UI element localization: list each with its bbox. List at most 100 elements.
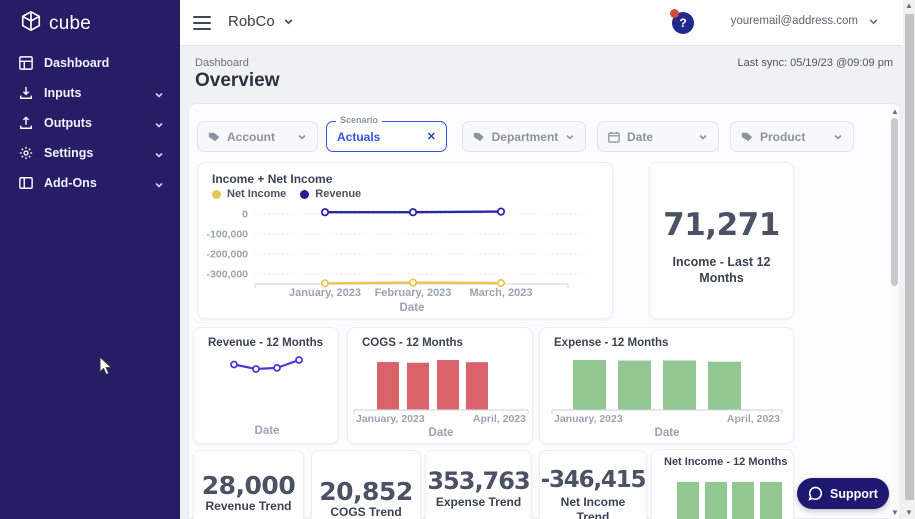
card-income-kpi: 71,271 Income - Last 12Months xyxy=(649,162,794,319)
hamburger-menu-icon[interactable] xyxy=(193,16,211,33)
svg-text:April, 2023: April, 2023 xyxy=(727,413,780,425)
svg-text:Date: Date xyxy=(655,427,680,439)
filter-product[interactable]: Product xyxy=(730,121,854,152)
card-expense-12-months: Expense - 12 Months January, 2023April, … xyxy=(539,327,794,444)
kpi-value: 353,763 xyxy=(426,467,531,495)
filter-scenario[interactable]: Scenario Actuals ✕ xyxy=(326,121,447,152)
kpi-value: 20,852 xyxy=(312,477,420,506)
breadcrumb[interactable]: Dashboard xyxy=(195,57,249,69)
chevron-down-icon xyxy=(698,132,708,142)
chevron-down-icon xyxy=(297,132,307,142)
card-cogs-12-months: COGS - 12 Months January, 2023April, 202… xyxy=(347,327,533,444)
kpi-label: Revenue Trend xyxy=(194,499,303,514)
sidebar-nav: Dashboard Inputs Outputs xyxy=(0,48,180,198)
svg-text:-300,000: -300,000 xyxy=(207,269,249,281)
inputs-icon xyxy=(19,86,34,101)
scenario-value: Actuals xyxy=(337,130,419,144)
svg-text:0: 0 xyxy=(242,209,248,221)
dashboard-icon xyxy=(19,56,34,71)
chevron-down-icon xyxy=(868,16,879,27)
svg-text:Date: Date xyxy=(429,427,454,439)
chevron-down-icon xyxy=(154,177,164,195)
last-sync-status: Last sync: 05/19/23 @09:09 pm xyxy=(738,57,893,69)
app-window: cube Dashboard Inputs xyxy=(0,0,915,519)
svg-text:-200,000: -200,000 xyxy=(207,249,249,261)
kpi-label: Income - Last 12Months xyxy=(650,255,793,286)
revenue-12-months-chart: Date xyxy=(194,328,338,443)
scroll-down-icon[interactable]: ▼ xyxy=(891,509,899,517)
svg-text:January, 2023: January, 2023 xyxy=(289,287,361,299)
expense-12-months-chart: January, 2023 April, 2023 Date xyxy=(540,328,793,443)
kpi-value: 71,271 xyxy=(650,207,793,243)
chat-bubble-icon xyxy=(808,486,823,501)
sidebar-item-inputs[interactable]: Inputs xyxy=(0,78,180,108)
sidebar-item-outputs[interactable]: Outputs xyxy=(0,108,180,138)
support-label: Support xyxy=(830,487,878,501)
scroll-up-icon[interactable]: ▲ xyxy=(905,2,913,10)
inner-scrollbar[interactable]: ▲ ▼ xyxy=(890,106,899,519)
svg-text:January, 2023: January, 2023 xyxy=(554,413,623,425)
help-beacon[interactable]: ? xyxy=(672,12,694,34)
inner-scrollbar-thumb[interactable] xyxy=(891,118,898,286)
sidebar-item-label: Outputs xyxy=(44,116,92,130)
notification-dot xyxy=(670,9,679,18)
topbar: RobCo ? youremail@address.com xyxy=(180,0,903,46)
sidebar-item-label: Add-Ons xyxy=(44,176,97,190)
addons-icon xyxy=(19,176,34,191)
chevron-down-icon xyxy=(565,132,575,142)
sidebar: cube Dashboard Inputs xyxy=(0,0,180,519)
outer-scrollbar[interactable]: ▲ ▼ xyxy=(903,0,915,519)
svg-text:April, 2023: April, 2023 xyxy=(473,413,526,425)
filter-date[interactable]: Date xyxy=(597,121,719,152)
clear-filter-icon[interactable]: ✕ xyxy=(419,130,436,143)
logo-text: cube xyxy=(49,13,91,35)
settings-gear-icon xyxy=(19,146,34,161)
cube-logo[interactable]: cube xyxy=(20,10,91,37)
sidebar-item-addons[interactable]: Add-Ons xyxy=(0,168,180,198)
cogs-12-months-chart: January, 2023 April, 2023 Date xyxy=(348,328,532,443)
page-header: Dashboard Overview Last sync: 05/19/23 @… xyxy=(180,46,903,103)
kpi-value: 28,000 xyxy=(194,471,303,500)
sidebar-item-settings[interactable]: Settings xyxy=(0,138,180,168)
income-net-income-chart: 0 -100,000 -200,000 -300,000 January, 2023 Fe… xyxy=(198,163,612,318)
kpi-label: COGS Trend xyxy=(312,505,420,519)
card-net-income-12-months: Net Income - 12 Months xyxy=(651,449,794,519)
card-income-net-income: Income + Net Income Net Income Revenue 0… xyxy=(197,162,613,319)
svg-text:Date: Date xyxy=(255,425,280,437)
outer-scrollbar-thumb[interactable] xyxy=(905,14,914,500)
company-name: RobCo xyxy=(228,13,275,30)
scenario-legend: Scenario xyxy=(336,115,382,125)
filter-account[interactable]: Account xyxy=(197,121,318,152)
card-net-income-trend: -346,415 Net IncomeTrend xyxy=(539,450,647,519)
card-expense-trend: 353,763 Expense Trend xyxy=(425,450,532,519)
svg-text:February, 2023: February, 2023 xyxy=(375,287,452,299)
company-switcher[interactable]: RobCo xyxy=(228,13,294,30)
mouse-cursor xyxy=(99,356,114,377)
account-menu[interactable]: youremail@address.com xyxy=(731,15,879,27)
scroll-down-icon[interactable]: ▼ xyxy=(905,509,913,517)
outputs-icon xyxy=(19,116,34,131)
sidebar-item-label: Inputs xyxy=(44,86,82,100)
sidebar-item-label: Dashboard xyxy=(44,56,109,70)
svg-text:March, 2023: March, 2023 xyxy=(470,287,533,299)
sidebar-item-label: Settings xyxy=(44,146,93,160)
chevron-down-icon xyxy=(154,117,164,135)
scroll-up-icon[interactable]: ▲ xyxy=(891,108,899,116)
card-revenue-trend: 28,000 Revenue Trend xyxy=(193,450,304,519)
svg-text:January, 2023: January, 2023 xyxy=(356,413,425,425)
support-button[interactable]: Support xyxy=(797,478,889,509)
filter-department[interactable]: Department xyxy=(462,121,586,152)
help-question-icon: ? xyxy=(679,16,686,30)
net-income-12-months-chart xyxy=(652,450,793,519)
dashboard-panel: Account Scenario Actuals ✕ Department Da… xyxy=(188,103,899,519)
chevron-down-icon xyxy=(154,87,164,105)
chevron-down-icon xyxy=(283,16,294,27)
kpi-label: Expense Trend xyxy=(426,495,531,510)
calendar-icon xyxy=(608,131,620,143)
card-revenue-12-months: Revenue - 12 Months Date xyxy=(193,327,339,444)
sidebar-item-dashboard[interactable]: Dashboard xyxy=(0,48,180,78)
tag-icon xyxy=(473,131,485,143)
svg-text:-100,000: -100,000 xyxy=(207,229,249,241)
kpi-value: -346,415 xyxy=(540,467,646,493)
card-cogs-trend: 20,852 COGS Trend xyxy=(311,450,421,519)
